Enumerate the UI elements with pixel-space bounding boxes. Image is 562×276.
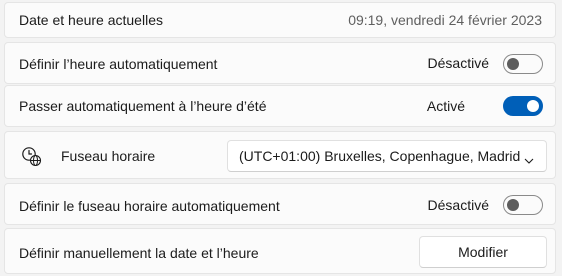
current-datetime-label: Date et heure actuelles [19,12,163,28]
manual-datetime-label: Définir manuellement la date et l’heure [19,245,259,261]
auto-time-status: Désactivé [427,55,489,71]
chevron-down-icon [524,152,534,170]
timezone-selected-value: (UTC+01:00) Bruxelles, Copenhague, Madri… [239,148,521,164]
auto-time-toggle[interactable] [503,54,543,74]
auto-time-row: Définir l’heure automatiquement Désactiv… [4,42,556,84]
timezone-row: Fuseau horaire (UTC+01:00) Bruxelles, Co… [4,131,556,179]
dst-status: Activé [426,98,465,114]
manual-datetime-row: Définir manuellement la date et l’heure … [4,228,556,274]
auto-timezone-row: Définir le fuseau horaire automatiquemen… [4,183,556,225]
timezone-dropdown[interactable]: (UTC+01:00) Bruxelles, Copenhague, Madri… [227,140,547,172]
dst-label: Passer automatiquement à l’heure d’été [19,98,267,114]
toggle-knob [507,199,519,211]
toggle-knob [507,58,519,70]
toggle-knob [527,100,539,112]
current-datetime-value: 09:19, vendredi 24 février 2023 [348,12,542,28]
timezone-label: Fuseau horaire [61,148,156,164]
auto-time-label: Définir l’heure automatiquement [19,56,218,72]
auto-timezone-toggle[interactable] [503,195,543,215]
dst-row: Passer automatiquement à l’heure d’été A… [4,85,556,127]
current-datetime-row: Date et heure actuelles 09:19, vendredi … [4,2,556,38]
auto-timezone-status: Désactivé [427,197,489,213]
auto-timezone-label: Définir le fuseau horaire automatiquemen… [19,198,280,214]
dst-toggle[interactable] [503,96,543,116]
modify-button[interactable]: Modifier [419,236,547,268]
clock-globe-icon [21,146,43,168]
